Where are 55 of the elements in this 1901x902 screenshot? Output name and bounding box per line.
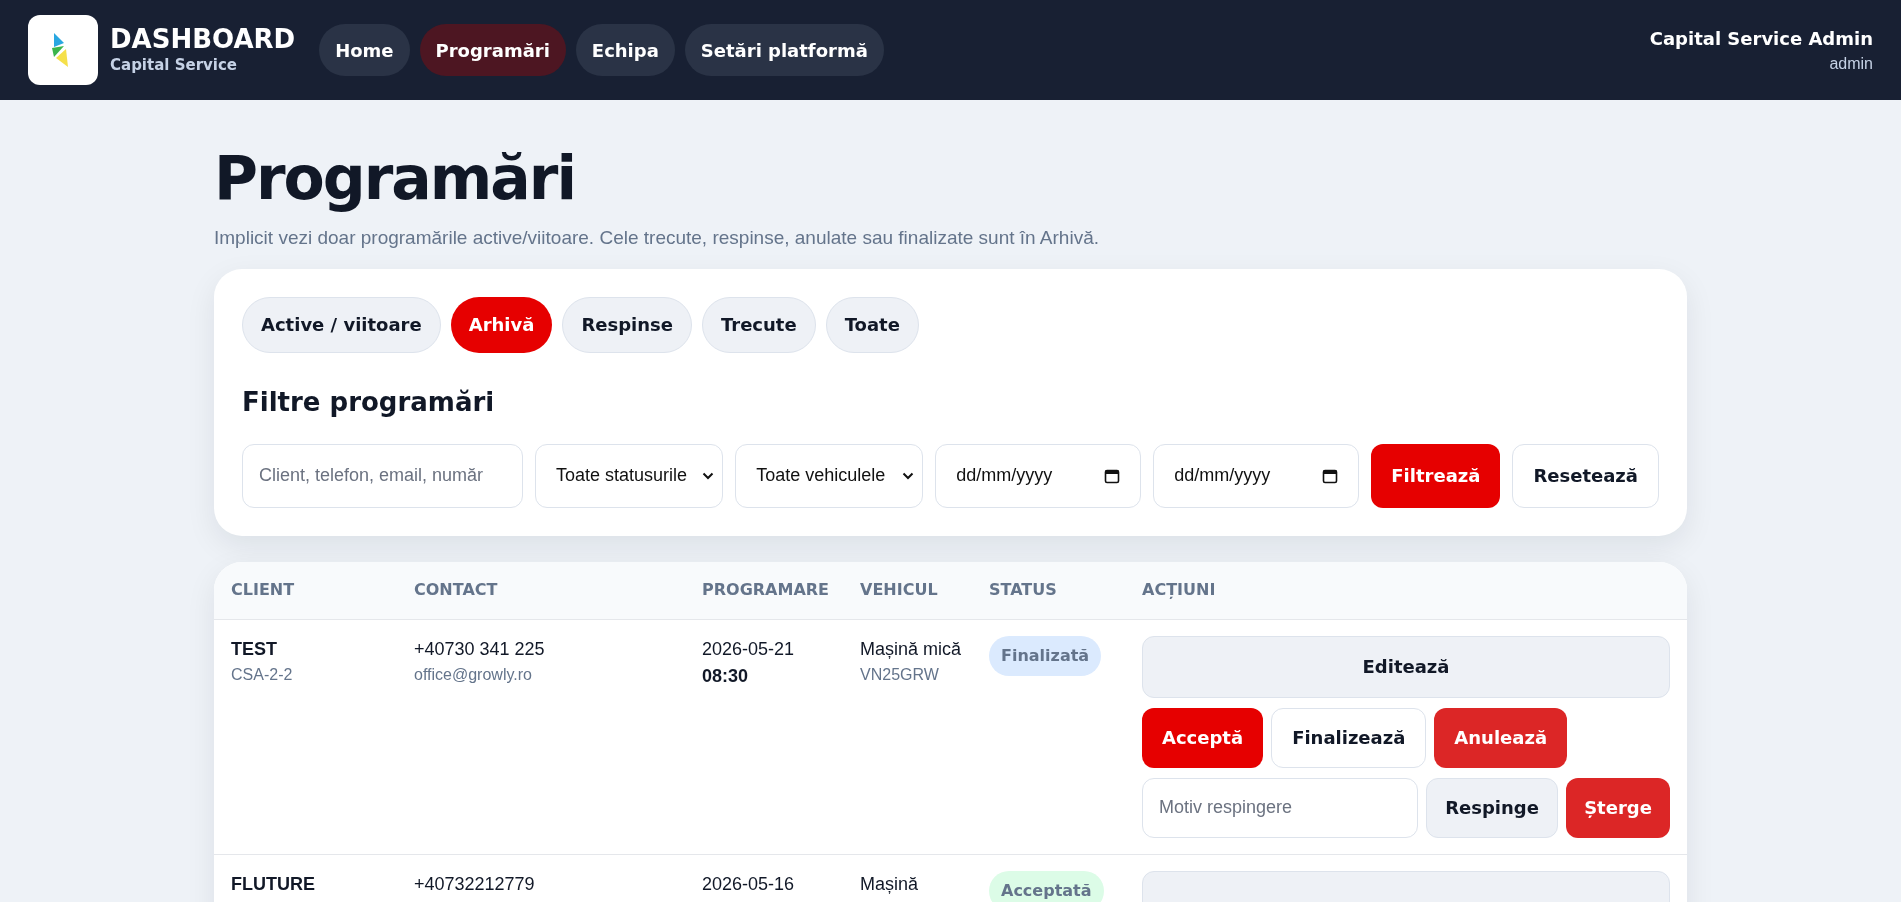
brand-title: DASHBOARD <box>110 23 296 54</box>
nav-tab[interactable]: Setări platformă <box>684 24 884 76</box>
user-name: Capital Service Admin <box>1649 26 1873 51</box>
brand-subtitle: Capital Service <box>110 54 239 76</box>
client-name: FLUTURE <box>231 872 316 896</box>
vehicle-select[interactable]: Toate vehiculele <box>735 443 924 508</box>
reject-button[interactable]: Respinge <box>1426 777 1558 838</box>
user-role: admin <box>1829 53 1873 74</box>
delete-button[interactable]: Șterge <box>1566 777 1670 838</box>
date-field[interactable]: dd/mm/yyyy <box>1153 443 1360 508</box>
finalize-button[interactable]: Finalizează <box>1271 707 1427 768</box>
accept-button[interactable]: Acceptă <box>1142 707 1264 768</box>
chevron-down-icon <box>902 471 915 480</box>
filter-tab[interactable]: Active / viitoare <box>242 296 441 353</box>
filter-tab[interactable]: Trecute <box>701 296 816 353</box>
column-header: VEHICUL <box>860 579 939 601</box>
nav-tab[interactable]: Home <box>319 24 410 76</box>
date-text: 2026-05-16 <box>702 872 796 896</box>
search-field[interactable]: Client, telefon, email, număr <box>242 443 524 508</box>
reason-field[interactable]: Motiv respingere <box>1142 777 1418 838</box>
client-code: CSA-2-2 <box>231 664 294 685</box>
filter-tab[interactable]: Toate <box>825 296 919 353</box>
nav-tab[interactable]: Programări <box>419 24 566 76</box>
edit-button[interactable]: Editează <box>1142 635 1670 698</box>
status-select[interactable]: Toate statusurile <box>535 443 724 508</box>
phone-text: +40732212779 <box>414 872 536 896</box>
nav-tab[interactable]: Echipa <box>575 24 675 76</box>
calendar-icon[interactable] <box>1104 467 1121 484</box>
date-field[interactable]: dd/mm/yyyy <box>935 443 1142 508</box>
cancel-button[interactable]: Anulează <box>1434 707 1568 768</box>
logo-icon <box>28 15 98 85</box>
column-header: CLIENT <box>231 579 296 601</box>
column-header: PROGRAMARE <box>702 579 831 601</box>
column-header: STATUS <box>989 579 1058 601</box>
time-text: 08:30 <box>702 664 750 688</box>
column-header: ACȚIUNI <box>1142 579 1217 601</box>
plate-text: VN25GRW <box>860 664 940 685</box>
calendar-icon[interactable] <box>1322 467 1339 484</box>
phone-text: +40730 341 225 <box>414 637 546 661</box>
vehicle-text: Mașină mică <box>860 637 963 661</box>
column-header: CONTACT <box>414 579 499 601</box>
page-title: Programări <box>214 142 576 215</box>
status-badge: Finalizată <box>989 635 1102 676</box>
page-subtitle: Implicit vezi doar programările active/viitoare. Cele trecute, respinse, anulate sau finalizate sunt în Arhivă. <box>214 226 1100 250</box>
chevron-down-icon <box>702 471 715 480</box>
vehicle-text: Mașină <box>860 872 920 896</box>
reset-button[interactable]: Resetează <box>1512 443 1659 508</box>
filter-tab[interactable]: Arhivă <box>450 296 553 353</box>
filters-title: Filtre programări <box>242 385 496 419</box>
filter-tab[interactable]: Respinse <box>562 296 692 353</box>
status-badge: Acceptată <box>989 870 1104 902</box>
date-text: 2026-05-21 <box>702 637 796 661</box>
filter-button[interactable]: Filtrează <box>1371 443 1501 508</box>
client-name: TEST <box>231 637 278 661</box>
email-text: office@growly.ro <box>414 664 533 685</box>
